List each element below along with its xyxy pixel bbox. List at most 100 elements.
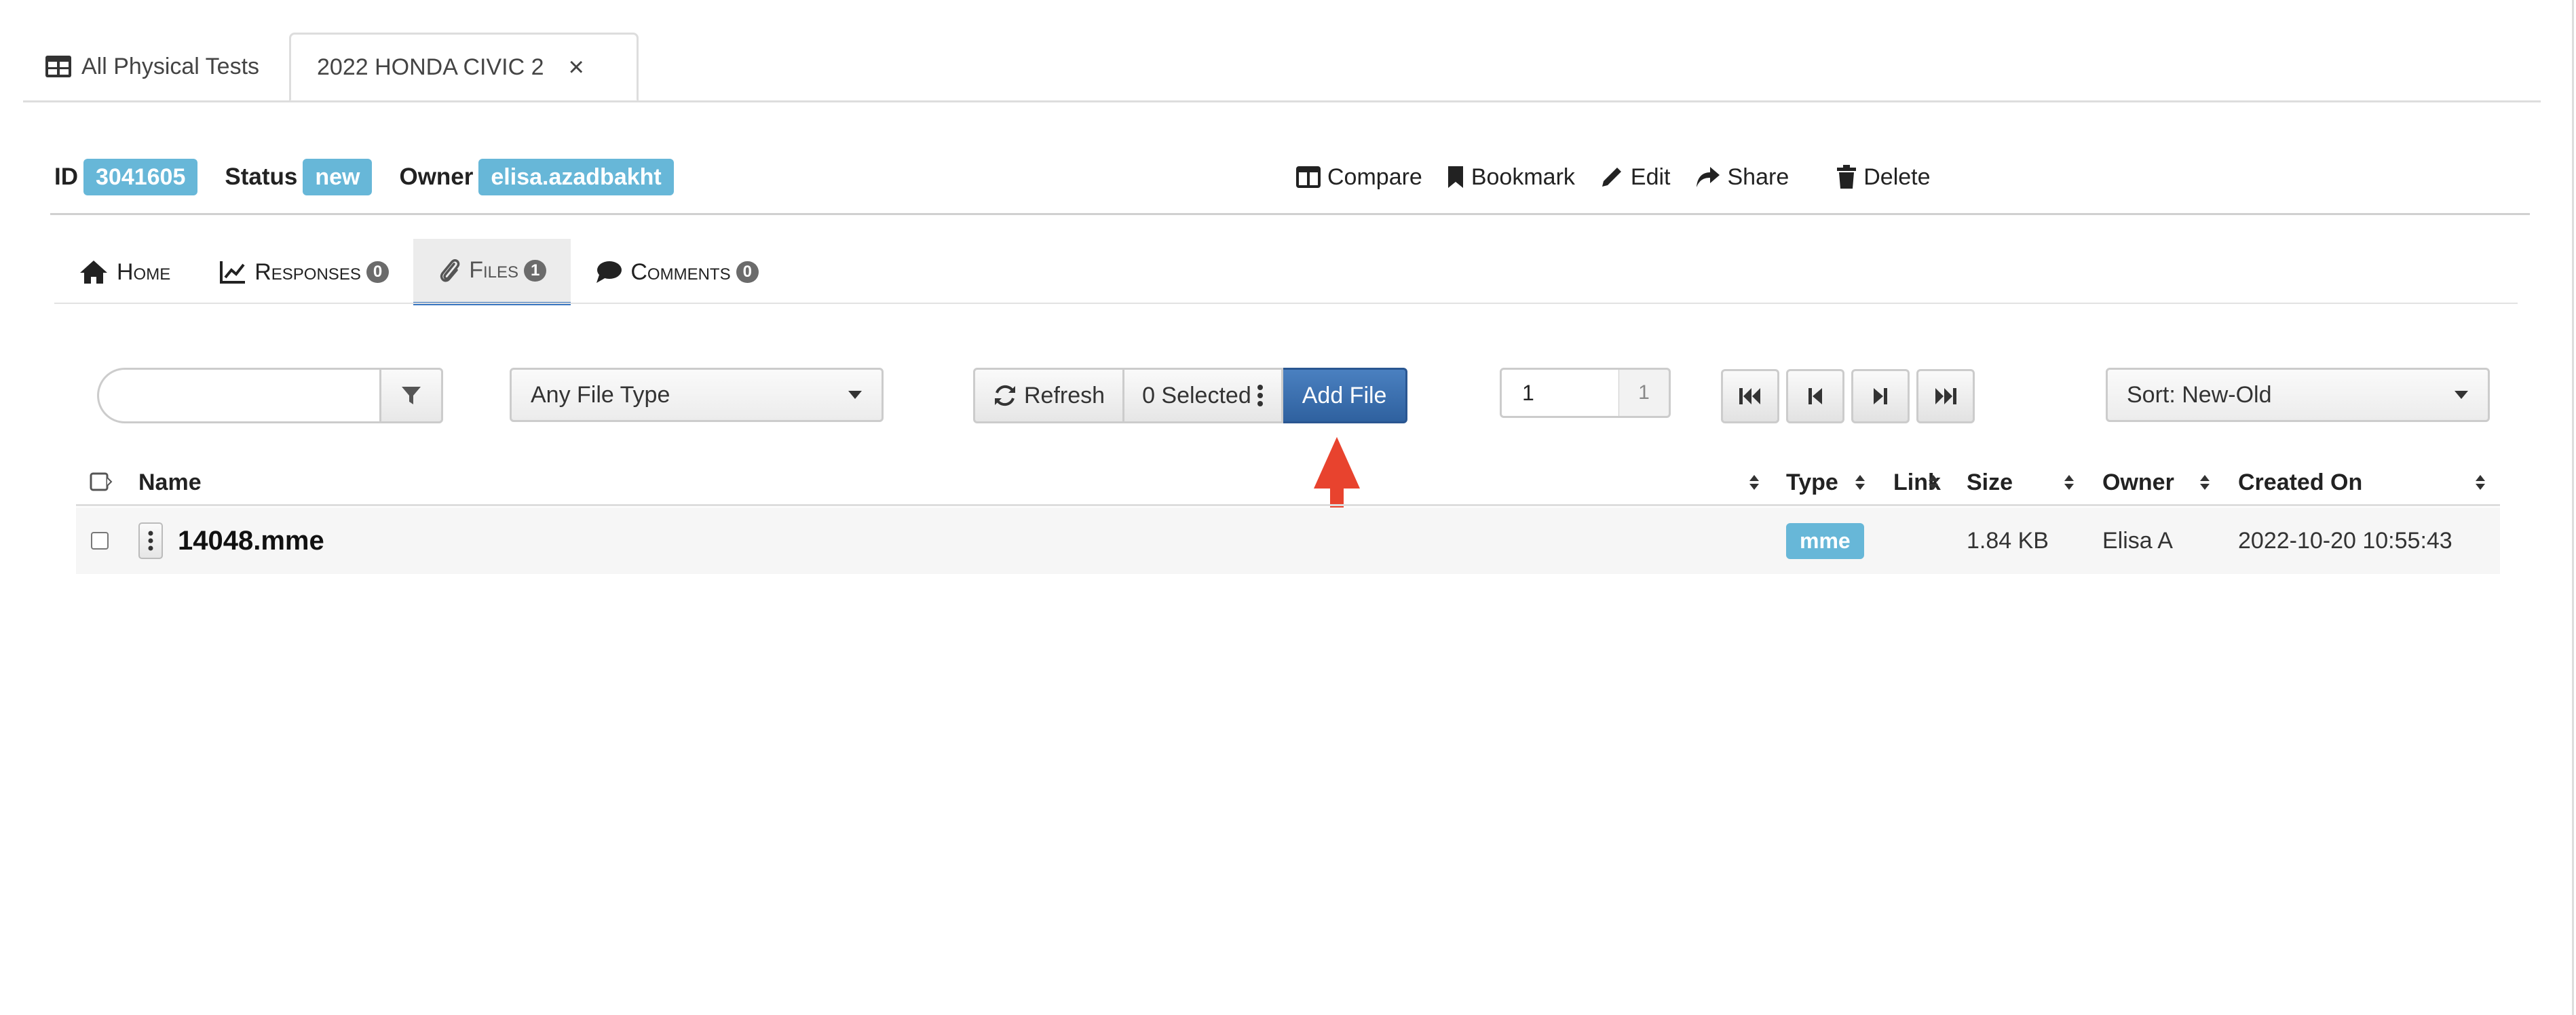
table-row[interactable]: 14048.mme mme 1.84 KB Elisa A 2022-10-20… bbox=[76, 508, 2500, 574]
sort-icon[interactable] bbox=[2199, 474, 2211, 491]
sort-icon[interactable] bbox=[2474, 474, 2486, 491]
line-chart-icon bbox=[220, 261, 246, 284]
next-page-button[interactable] bbox=[1851, 369, 1910, 423]
tab-current-test-label: 2022 HONDA CIVIC 2 bbox=[317, 54, 544, 80]
file-size: 1.84 KB bbox=[1967, 527, 2049, 554]
page-total: 1 bbox=[1619, 368, 1671, 418]
checkbox-icon bbox=[90, 472, 113, 491]
file-owner: Elisa A bbox=[2102, 527, 2173, 554]
home-icon bbox=[80, 261, 107, 284]
file-type-value: Any File Type bbox=[531, 381, 670, 408]
status-label: Status bbox=[225, 164, 298, 190]
first-page-button[interactable] bbox=[1721, 369, 1779, 423]
tab-responses-label: Responses bbox=[254, 258, 361, 285]
prev-page-button[interactable] bbox=[1786, 369, 1844, 423]
delete-button[interactable]: Delete bbox=[1836, 164, 1931, 191]
filter-icon bbox=[402, 387, 421, 404]
row-checkbox[interactable] bbox=[91, 532, 109, 550]
compare-label: Compare bbox=[1327, 164, 1422, 190]
first-page-icon bbox=[1739, 388, 1760, 404]
tab-all-physical-tests-label: All Physical Tests bbox=[81, 53, 260, 79]
tab-all-physical-tests[interactable]: All Physical Tests bbox=[45, 33, 259, 100]
pencil-icon bbox=[1602, 168, 1621, 187]
compare-button[interactable]: Compare bbox=[1296, 164, 1422, 191]
caret-down-icon bbox=[2455, 391, 2468, 399]
tab-divider bbox=[23, 100, 2541, 102]
subtabs-divider bbox=[54, 303, 2518, 304]
page: All Physical Tests 2022 HONDA CIVIC 2 × … bbox=[0, 0, 2574, 1015]
tab-files[interactable]: Files 1 bbox=[413, 239, 571, 305]
tab-comments-label: Comments bbox=[630, 258, 731, 285]
row-menu-button[interactable] bbox=[138, 522, 163, 559]
sort-select[interactable]: Sort: New-Old bbox=[2106, 368, 2490, 422]
responses-count-badge: 0 bbox=[366, 261, 390, 283]
column-header-size[interactable]: Size bbox=[1967, 459, 2013, 506]
close-icon[interactable]: × bbox=[568, 54, 584, 81]
refresh-label: Refresh bbox=[1024, 382, 1105, 408]
id-label: ID bbox=[54, 164, 78, 190]
columns-icon bbox=[1296, 166, 1321, 188]
edit-label: Edit bbox=[1630, 164, 1671, 190]
caret-down-icon bbox=[848, 391, 862, 399]
sort-icon[interactable] bbox=[1748, 474, 1760, 491]
column-header-name[interactable]: Name bbox=[138, 459, 202, 506]
file-type-select[interactable]: Any File Type bbox=[510, 368, 884, 422]
file-created-on: 2022-10-20 10:55:43 bbox=[2238, 527, 2452, 554]
tab-home[interactable]: Home bbox=[54, 239, 195, 305]
share-label: Share bbox=[1727, 164, 1789, 190]
selected-label: 0 Selected bbox=[1142, 382, 1251, 408]
bookmark-button[interactable]: Bookmark bbox=[1447, 164, 1575, 191]
table-icon bbox=[45, 56, 71, 77]
share-button[interactable]: Share bbox=[1695, 164, 1789, 191]
sort-icon[interactable] bbox=[1927, 474, 1939, 491]
column-header-type[interactable]: Type bbox=[1786, 459, 1838, 506]
trash-icon bbox=[1837, 165, 1857, 189]
vertical-dots-icon bbox=[148, 531, 153, 551]
file-actions-group: Refresh 0 Selected Add File bbox=[973, 368, 1408, 423]
tab-current-test[interactable]: 2022 HONDA CIVIC 2 × bbox=[289, 33, 639, 102]
id-badge: 3041605 bbox=[83, 159, 198, 195]
tab-home-label: Home bbox=[117, 258, 171, 285]
refresh-icon bbox=[995, 385, 1015, 406]
select-all-checkbox[interactable] bbox=[90, 459, 113, 506]
share-icon bbox=[1696, 167, 1720, 187]
sub-tabs: Home Responses 0 Files 1 Comments 0 bbox=[54, 239, 783, 305]
bookmark-icon bbox=[1447, 166, 1463, 188]
page-number-input[interactable]: 1 bbox=[1500, 368, 1621, 418]
status-badge: new bbox=[303, 159, 373, 195]
column-header-owner[interactable]: Owner bbox=[2102, 459, 2174, 506]
sort-icon[interactable] bbox=[1854, 474, 1866, 491]
comments-count-badge: 0 bbox=[736, 261, 759, 283]
owner-label: Owner bbox=[399, 164, 474, 190]
filter-button[interactable] bbox=[379, 368, 443, 423]
add-file-label: Add File bbox=[1302, 382, 1387, 408]
sort-value: Sort: New-Old bbox=[2127, 381, 2272, 408]
add-file-button[interactable]: Add File bbox=[1283, 368, 1408, 423]
tab-comments[interactable]: Comments 0 bbox=[571, 239, 783, 305]
record-info: ID 3041605 Status new Owner elisa.azadba… bbox=[54, 157, 674, 197]
file-type-badge: mme bbox=[1786, 522, 1864, 559]
last-page-icon bbox=[1935, 388, 1956, 404]
selected-menu-button[interactable]: 0 Selected bbox=[1124, 368, 1283, 423]
column-header-created-on[interactable]: Created On bbox=[2238, 459, 2362, 506]
bookmark-label: Bookmark bbox=[1471, 164, 1575, 190]
record-actions: Compare Bookmark Edit Share Delete bbox=[1296, 157, 1955, 197]
search-input[interactable] bbox=[97, 368, 379, 423]
file-name[interactable]: 14048.mme bbox=[178, 508, 324, 574]
tab-responses[interactable]: Responses 0 bbox=[195, 239, 413, 305]
sort-icon[interactable] bbox=[2063, 474, 2075, 491]
edit-button[interactable]: Edit bbox=[1599, 164, 1671, 191]
tab-files-label: Files bbox=[469, 257, 519, 283]
pagination bbox=[1721, 369, 1982, 423]
prev-page-icon bbox=[1808, 388, 1822, 404]
owner-badge: elisa.azadbakht bbox=[478, 159, 674, 195]
refresh-button[interactable]: Refresh bbox=[973, 368, 1125, 423]
comment-icon bbox=[596, 261, 622, 283]
header-divider bbox=[50, 213, 2530, 215]
paperclip-icon bbox=[440, 258, 460, 282]
delete-label: Delete bbox=[1863, 164, 1931, 190]
table-header: Name Type Link Size Owner Created On bbox=[76, 459, 2500, 506]
files-count-badge: 1 bbox=[524, 259, 547, 282]
last-page-button[interactable] bbox=[1916, 369, 1975, 423]
vertical-dots-icon bbox=[1257, 385, 1263, 406]
